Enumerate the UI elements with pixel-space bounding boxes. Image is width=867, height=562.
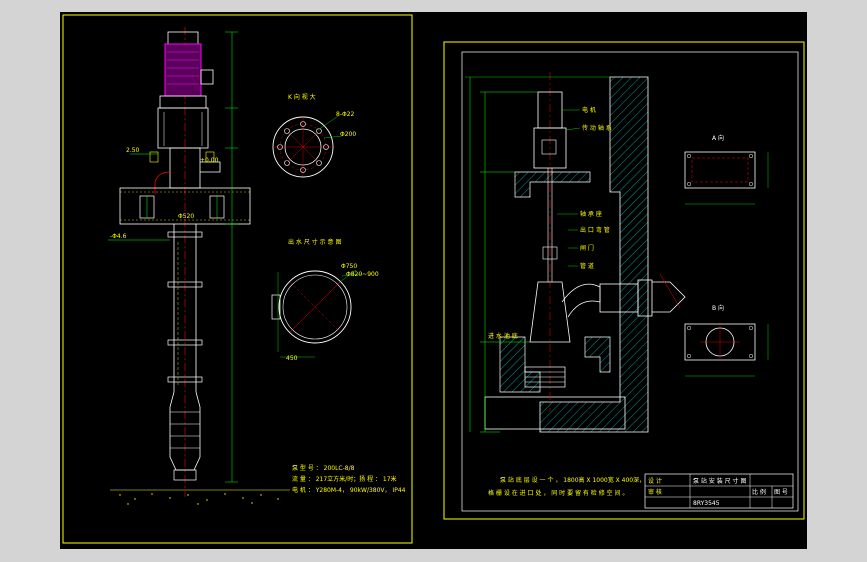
title-block-cell: 设 计 xyxy=(648,477,662,485)
title-block: 泵 站 安 装 尺 寸 图 8RY3545 设 计 审 核 比 例 图 号 xyxy=(644,473,794,509)
cad-drawing: 2.50 +0.00 Φ520 -Φ4.6 K 向 视 大 8-Φ22 Φ200… xyxy=(62,14,805,544)
view-k: K 向 视 大 8-Φ22 Φ200 xyxy=(272,93,356,178)
view-a: A 向 xyxy=(684,134,769,205)
dim-label: -Φ4.6 xyxy=(110,233,127,240)
section-label: 出 水 尺 寸 示 意 图 xyxy=(288,238,341,246)
motor-stand xyxy=(157,107,209,149)
right-pump xyxy=(524,72,601,412)
callout-label: 闸 门 xyxy=(580,244,594,252)
note-line: 泵 站 底 层 设 一 个 ， 1800高 X 1000宽 X 400深， xyxy=(500,476,645,484)
callout-label: 电 机 xyxy=(582,106,596,114)
section-dim: 450 xyxy=(286,355,298,362)
view-b-label: B 向 xyxy=(712,304,724,312)
callout-label: 管 道 xyxy=(580,262,594,270)
pit-walls xyxy=(484,76,649,433)
cad-drawing-canvas: 2.50 +0.00 Φ520 -Φ4.6 K 向 视 大 8-Φ22 Φ200… xyxy=(60,12,807,549)
motor xyxy=(159,31,214,109)
section-dim: Φ820~900 xyxy=(346,271,379,278)
title-block-cell: 审 核 xyxy=(648,488,662,496)
right-sheet: 电 机 传 动 轴 系 轴 承 座 出 口 弯 管 闸 门 管 道 进 水 池 … xyxy=(443,41,805,520)
view-a-label: A 向 xyxy=(712,134,724,142)
left-dimensions: 2.50 +0.00 Φ520 -Φ4.6 xyxy=(108,147,219,241)
callout-label: 出 口 弯 管 xyxy=(580,226,610,234)
left-sheet: 2.50 +0.00 Φ520 -Φ4.6 K 向 视 大 8-Φ22 Φ200… xyxy=(62,14,413,544)
title-block-title: 泵 站 安 装 尺 寸 图 xyxy=(693,477,746,485)
title-block-drawing-no: 8RY3545 xyxy=(693,500,720,507)
section-dim: Φ750 xyxy=(341,263,357,270)
title-block-cell: 图 号 xyxy=(774,489,788,496)
ground-hatch xyxy=(119,493,279,505)
dim-label: 2.50 xyxy=(126,147,140,154)
view-k-label: K 向 视 大 xyxy=(288,93,316,101)
spec-text: 泵 型 号 ： 200LC-8/8 流 量 ： 217立方米/时；扬 程 ： 1… xyxy=(292,464,406,494)
view-k-dim: Φ200 xyxy=(340,131,356,138)
left-sheet-border xyxy=(62,14,413,544)
dim-label: +0.00 xyxy=(200,157,219,164)
notes: 泵 站 底 层 设 一 个 ， 1800高 X 1000宽 X 400深， 格 … xyxy=(488,476,645,497)
spec-line: 流 量 ： 217立方米/时；扬 程 ： 17米 xyxy=(292,475,397,483)
spec-line: 泵 型 号 ： 200LC-8/8 xyxy=(292,464,355,472)
spec-line: 电 机 ： Y280M-4， 90kW/380V， IP44 xyxy=(292,486,406,494)
pit-bottom-label: 进 水 池 底 xyxy=(488,332,518,340)
callout-label: 轴 承 座 xyxy=(580,210,602,218)
view-k-dim: 8-Φ22 xyxy=(336,111,355,118)
vertical-dimension xyxy=(225,31,238,483)
view-b: B 向 xyxy=(684,304,769,377)
outlet-section: 出 水 尺 寸 示 意 图 Φ750 Φ820~900 450 xyxy=(271,238,379,362)
title-block-cell: 比 例 xyxy=(752,488,766,496)
dim-label: Φ520 xyxy=(178,213,194,220)
note-line: 格 栅 设 在 进 口 处 ， 同 时 要 留 有 检 修 空 间 。 xyxy=(488,489,628,497)
callout-label: 传 动 轴 系 xyxy=(582,124,612,132)
